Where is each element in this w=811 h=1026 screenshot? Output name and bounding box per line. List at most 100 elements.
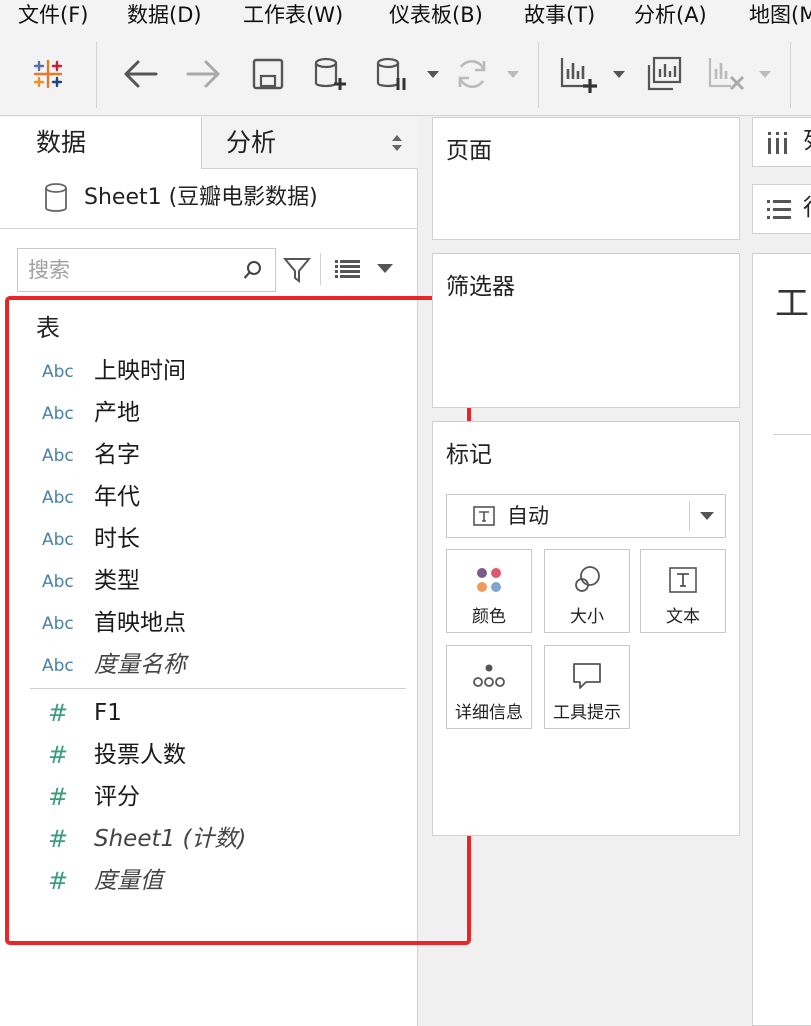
text-button[interactable]: 文本 bbox=[640, 549, 726, 633]
color-button[interactable]: 颜色 bbox=[446, 549, 532, 633]
search-box bbox=[17, 248, 276, 292]
measure-field[interactable]: # 度量值 bbox=[0, 863, 418, 903]
dimension-field[interactable]: Abc 时长 bbox=[0, 521, 418, 561]
dimension-field[interactable]: Abc 类型 bbox=[0, 563, 418, 603]
pages-card[interactable]: 页面 bbox=[432, 117, 740, 240]
text-mark-icon bbox=[473, 506, 495, 526]
dimension-field[interactable]: Abc 首映地点 bbox=[0, 605, 418, 645]
forward-icon[interactable] bbox=[182, 52, 226, 96]
dimension-field[interactable]: Abc 年代 bbox=[0, 479, 418, 519]
worksheet-canvas[interactable]: 工 bbox=[752, 253, 811, 1026]
field-name: 上映时间 bbox=[94, 358, 186, 384]
menu-analysis[interactable]: 分析(A) bbox=[634, 2, 707, 28]
rows-shelf[interactable]: 行 bbox=[752, 184, 811, 234]
size-button-label: 大小 bbox=[570, 607, 604, 627]
string-type-icon: Abc bbox=[42, 614, 74, 634]
filters-card-title: 筛选器 bbox=[446, 274, 515, 300]
string-type-icon: Abc bbox=[42, 488, 74, 508]
string-type-icon: Abc bbox=[42, 404, 74, 424]
menu-data[interactable]: 数据(D) bbox=[127, 2, 202, 28]
field-name: 投票人数 bbox=[94, 742, 186, 768]
toolbar-separator bbox=[790, 42, 791, 108]
color-icon bbox=[447, 560, 531, 600]
tableau-logo-icon[interactable] bbox=[26, 52, 70, 96]
menu-story[interactable]: 故事(T) bbox=[524, 2, 595, 28]
measure-field[interactable]: # 投票人数 bbox=[0, 737, 418, 777]
string-type-icon: Abc bbox=[42, 362, 74, 382]
save-icon[interactable] bbox=[246, 52, 290, 96]
clear-sheet-icon[interactable] bbox=[704, 52, 748, 96]
tooltip-button[interactable]: 工具提示 bbox=[544, 645, 630, 729]
new-worksheet-icon[interactable] bbox=[556, 52, 600, 96]
field-name: 类型 bbox=[94, 568, 140, 594]
menu-worksheet[interactable]: 工作表(W) bbox=[243, 2, 343, 28]
number-type-icon: # bbox=[48, 783, 69, 811]
menu-bar: 文件(F) 数据(D) 工作表(W) 仪表板(B) 故事(T) 分析(A) 地图… bbox=[0, 0, 811, 32]
string-type-icon: Abc bbox=[42, 446, 74, 466]
refresh-icon[interactable] bbox=[450, 52, 494, 96]
number-type-icon: # bbox=[48, 867, 69, 895]
dimension-field[interactable]: Abc 产地 bbox=[0, 395, 418, 435]
tooltip-icon bbox=[545, 656, 629, 696]
columns-shelf-label: 列 bbox=[803, 126, 811, 156]
pause-updates-icon[interactable] bbox=[370, 52, 414, 96]
measure-field[interactable]: # F1 bbox=[0, 695, 418, 735]
menu-dashboard[interactable]: 仪表板(B) bbox=[389, 2, 483, 28]
detail-button-label: 详细信息 bbox=[455, 703, 523, 723]
dimension-field[interactable]: Abc 度量名称 bbox=[0, 647, 418, 687]
back-icon[interactable] bbox=[118, 52, 162, 96]
toolbar bbox=[0, 32, 811, 116]
duplicate-sheet-icon[interactable] bbox=[642, 52, 686, 96]
field-name: 时长 bbox=[94, 526, 140, 552]
size-icon bbox=[545, 560, 629, 600]
measure-field[interactable]: # Sheet1 (计数) bbox=[0, 821, 418, 861]
chevron-down-icon[interactable] bbox=[377, 264, 393, 274]
measure-field[interactable]: # 评分 bbox=[0, 779, 418, 819]
detail-button[interactable]: 详细信息 bbox=[446, 645, 532, 729]
new-data-source-icon[interactable] bbox=[308, 52, 352, 96]
worksheet-title: 工 bbox=[775, 284, 809, 324]
sort-arrows-icon bbox=[392, 135, 402, 151]
field-name: 名字 bbox=[94, 442, 140, 468]
data-source-name: Sheet1 (豆瓣电影数据) bbox=[84, 185, 318, 210]
field-name: 年代 bbox=[94, 484, 140, 510]
chevron-down-icon[interactable] bbox=[426, 70, 440, 80]
search-separator bbox=[320, 253, 321, 285]
detail-icon bbox=[447, 656, 531, 696]
dimension-field[interactable]: Abc 上映时间 bbox=[0, 353, 418, 393]
chevron-down-icon bbox=[700, 512, 714, 520]
search-input[interactable] bbox=[28, 249, 238, 291]
tab-analysis-label: 分析 bbox=[226, 128, 277, 157]
chevron-down-icon[interactable] bbox=[612, 70, 626, 80]
pages-card-title: 页面 bbox=[446, 138, 492, 164]
size-button[interactable]: 大小 bbox=[544, 549, 630, 633]
dimension-field[interactable]: Abc 名字 bbox=[0, 437, 418, 477]
text-icon bbox=[641, 560, 725, 600]
toolbar-separator bbox=[96, 42, 97, 108]
chevron-down-icon[interactable] bbox=[758, 70, 772, 80]
columns-shelf[interactable]: 列 bbox=[752, 117, 811, 167]
field-name: 评分 bbox=[94, 784, 140, 810]
search-icon[interactable] bbox=[243, 260, 263, 280]
tab-data[interactable]: 数据 bbox=[0, 117, 201, 169]
number-type-icon: # bbox=[48, 699, 69, 727]
dropdown-separator bbox=[689, 501, 690, 531]
field-name: 度量值 bbox=[94, 868, 163, 894]
number-type-icon: # bbox=[48, 825, 69, 853]
view-list-icon[interactable] bbox=[335, 259, 361, 279]
database-icon bbox=[45, 183, 67, 212]
filter-icon[interactable] bbox=[283, 256, 311, 284]
color-button-label: 颜色 bbox=[472, 607, 506, 627]
string-type-icon: Abc bbox=[42, 656, 74, 676]
fields-divider bbox=[30, 688, 406, 689]
filters-card[interactable]: 筛选器 bbox=[432, 253, 740, 408]
menu-file[interactable]: 文件(F) bbox=[18, 2, 88, 28]
field-name: 首映地点 bbox=[94, 610, 186, 636]
data-source-item[interactable]: Sheet1 (豆瓣电影数据) bbox=[0, 169, 418, 229]
tab-analysis[interactable]: 分析 bbox=[201, 117, 418, 169]
chevron-down-icon[interactable] bbox=[506, 70, 520, 80]
mark-type-dropdown[interactable]: 自动 bbox=[446, 494, 726, 538]
section-header-table: 表 bbox=[36, 314, 60, 342]
mark-type-value: 自动 bbox=[507, 504, 549, 528]
menu-map[interactable]: 地图(M) bbox=[749, 2, 811, 28]
